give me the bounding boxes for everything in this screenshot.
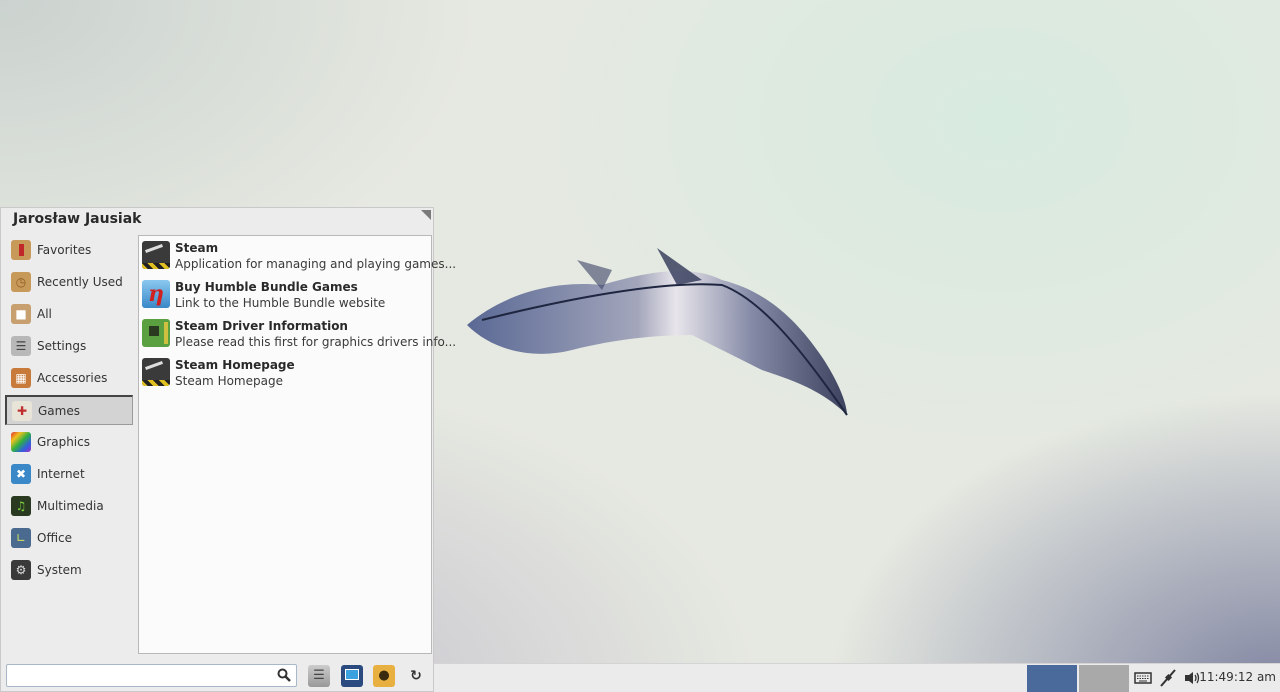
settings-manager-icon: ☰	[313, 668, 325, 683]
category-favorites[interactable]: Favorites	[5, 235, 133, 265]
category-label: Graphics	[37, 435, 90, 449]
category-system[interactable]: ⚙ System	[5, 555, 133, 585]
favorites-icon	[11, 240, 31, 260]
system-icon: ⚙	[11, 560, 31, 580]
power-icon: ↻	[410, 668, 422, 684]
search-box	[6, 664, 297, 687]
multimedia-icon: ♫	[11, 496, 31, 516]
app-item-steam-homepage[interactable]: Steam Homepage Steam Homepage	[139, 353, 431, 392]
app-item-steam-driver-info[interactable]: Steam Driver Information Please read thi…	[139, 314, 456, 353]
settings-icon: ☰	[11, 336, 31, 356]
internet-icon: ✖	[11, 464, 31, 484]
app-description: Application for managing and playing gam…	[175, 257, 457, 271]
category-label: Internet	[37, 467, 85, 481]
all-icon: ■	[11, 304, 31, 324]
steam-icon	[142, 358, 170, 386]
recently-used-icon: ◷	[11, 272, 31, 292]
category-graphics[interactable]: Graphics	[5, 427, 133, 457]
app-item-steam[interactable]: Steam Application for managing and playi…	[139, 236, 456, 275]
switch-user-button[interactable]: ●	[373, 665, 395, 687]
application-menu: Jarosław Jausiak Favorites ◷ Recently Us…	[0, 207, 456, 692]
category-all[interactable]: ■ All	[5, 299, 133, 329]
category-list: Favorites ◷ Recently Used ■ All ☰ Settin…	[5, 235, 133, 587]
accessories-icon: ▦	[11, 368, 31, 388]
category-label: Accessories	[37, 371, 108, 385]
settings-manager-button[interactable]: ☰	[308, 665, 330, 687]
category-label: Office	[37, 531, 73, 545]
category-accessories[interactable]: ▦ Accessories	[5, 363, 133, 393]
app-list: Steam Application for managing and playi…	[138, 235, 456, 654]
app-description: Steam Homepage	[175, 374, 283, 388]
humble-bundle-icon: η	[142, 280, 170, 308]
games-icon: ✚	[12, 400, 32, 421]
category-recently-used[interactable]: ◷ Recently Used	[5, 267, 133, 297]
category-label: All	[37, 307, 52, 321]
category-settings[interactable]: ☰ Settings	[5, 331, 133, 361]
workspace-1[interactable]	[1027, 665, 1077, 692]
driver-info-icon	[142, 319, 170, 347]
category-internet[interactable]: ✖ Internet	[5, 459, 133, 489]
graphics-icon	[11, 432, 31, 452]
logout-button[interactable]: ↻	[405, 665, 427, 687]
category-office[interactable]: ∟ Office	[5, 523, 133, 553]
category-label: Games	[38, 403, 80, 418]
lock-screen-button[interactable]	[341, 665, 363, 687]
workspace-2[interactable]	[1079, 665, 1129, 692]
category-label: Recently Used	[37, 275, 123, 289]
category-label: Favorites	[37, 243, 92, 257]
taskbar: 11:49:12 am	[434, 663, 1280, 692]
keyboard-icon[interactable]	[1134, 669, 1152, 687]
app-name: Steam	[175, 241, 219, 255]
app-name: Steam Homepage	[175, 358, 295, 372]
switch-user-icon: ●	[378, 668, 390, 683]
category-games[interactable]: ✚ Games	[5, 395, 133, 425]
search-icon	[277, 668, 291, 682]
office-icon: ∟	[11, 528, 31, 548]
app-name: Steam Driver Information	[175, 319, 348, 333]
category-label: Settings	[37, 339, 87, 353]
category-multimedia[interactable]: ♫ Multimedia	[5, 491, 133, 521]
menu-user-name: Jarosław Jausiak	[13, 211, 142, 227]
app-name: Buy Humble Bundle Games	[175, 280, 358, 294]
resize-grip[interactable]	[421, 210, 431, 220]
clock[interactable]: 11:49:12 am	[1199, 670, 1276, 684]
search-input[interactable]	[10, 666, 274, 687]
app-description: Link to the Humble Bundle website	[175, 296, 386, 310]
steam-icon	[142, 241, 170, 269]
wallpaper-feather	[467, 248, 848, 416]
category-label: Multimedia	[37, 499, 104, 513]
app-description: Please read this first for graphics driv…	[175, 335, 457, 349]
category-label: System	[37, 563, 82, 577]
app-item-humble-bundle[interactable]: η Buy Humble Bundle Games Link to the Hu…	[139, 275, 431, 314]
network-icon[interactable]	[1159, 669, 1177, 687]
lock-screen-icon	[345, 669, 359, 680]
